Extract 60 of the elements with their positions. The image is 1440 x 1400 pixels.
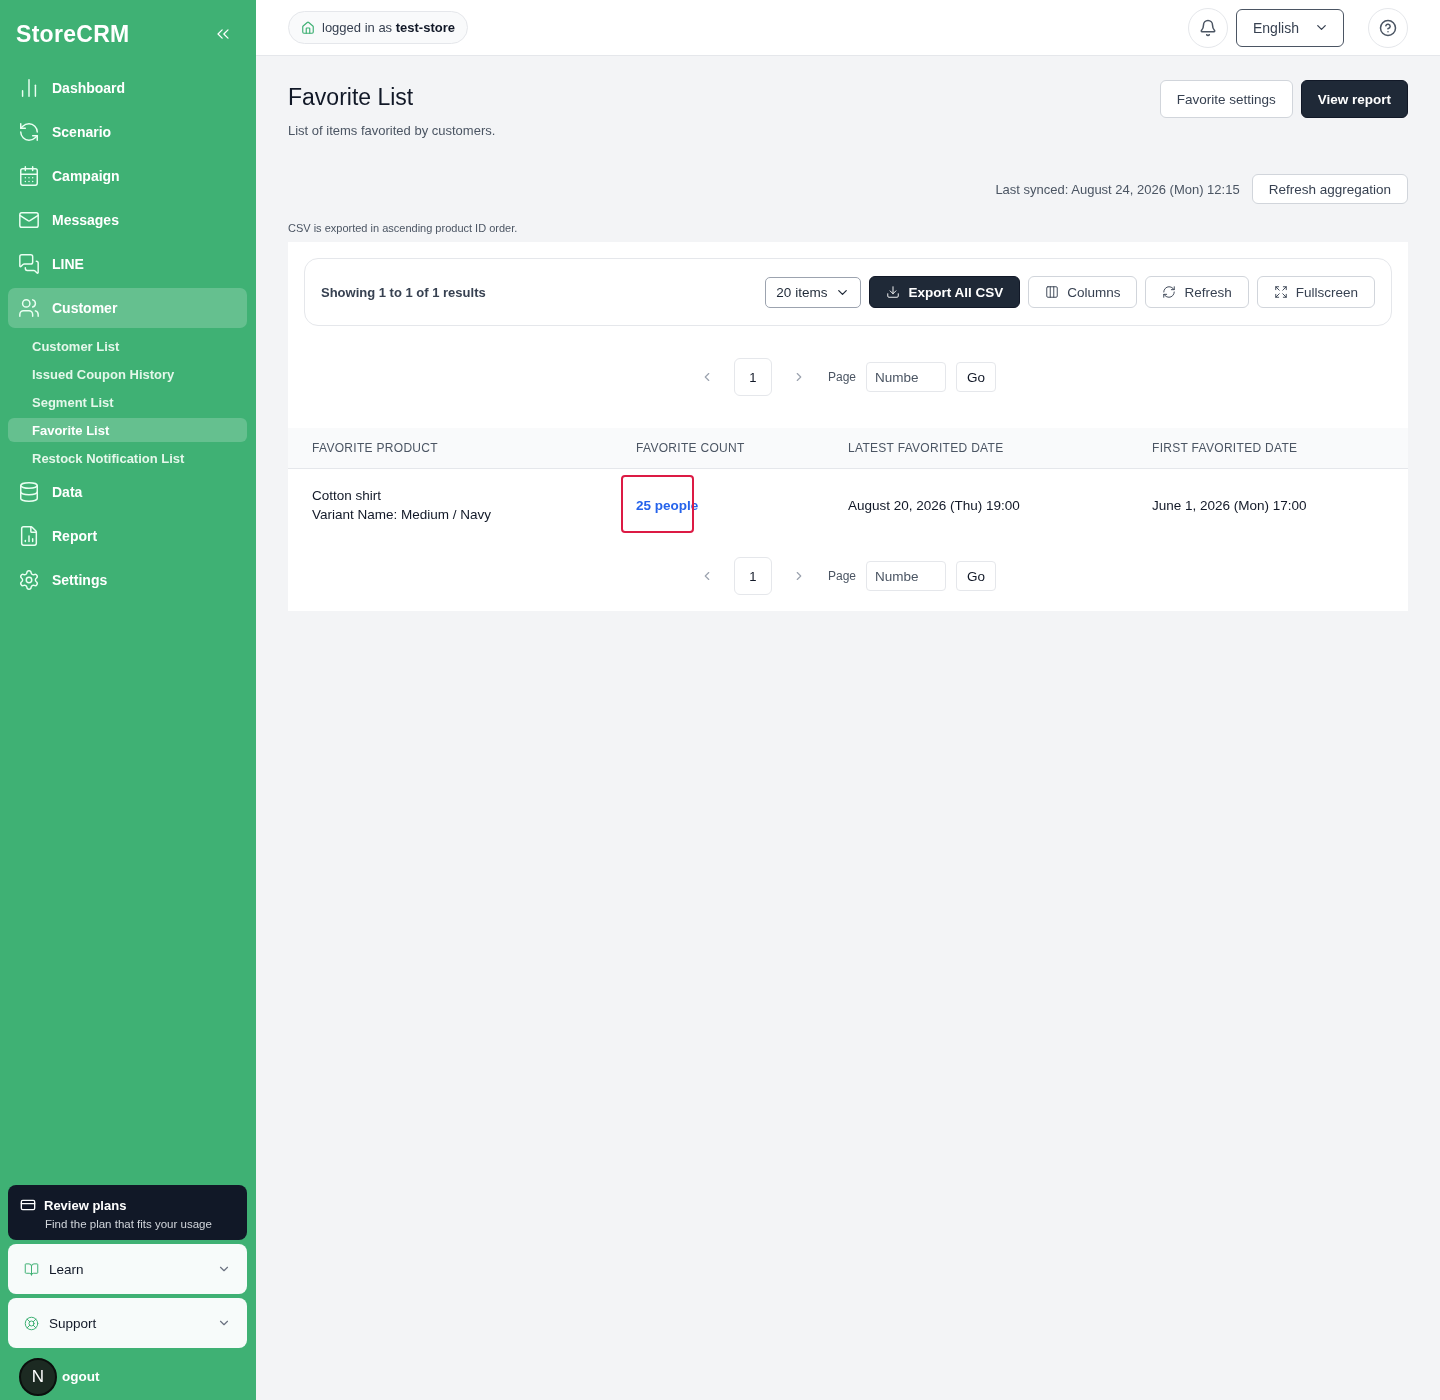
- toolbar-button[interactable]: Columns: [1028, 276, 1138, 308]
- help-icon: [1379, 18, 1397, 37]
- columns-icon: [1045, 285, 1060, 299]
- table-cell-text: June 1, 2026 (Mon) 17:00: [1152, 497, 1308, 513]
- toolbar-button[interactable]: Refresh: [1145, 276, 1249, 308]
- table-cell-text: August 20, 2026 (Thu) 19:00: [848, 497, 1021, 513]
- view-report-button[interactable]: View report: [1300, 80, 1408, 118]
- csv-note: CSV is exported in ascending product ID order.: [288, 222, 519, 234]
- results-text: Showing 1 to 1 of 1 results: [321, 284, 486, 300]
- avatar[interactable]: N: [19, 1358, 57, 1396]
- page-number-button[interactable]: 1: [734, 358, 772, 396]
- settings-icon: [18, 569, 40, 591]
- go-button[interactable]: Go: [956, 362, 996, 392]
- product-name: Cotton shirt: [312, 488, 383, 503]
- page-number-button[interactable]: 1: [734, 557, 772, 595]
- envelope-icon: [18, 209, 40, 231]
- settings-button[interactable]: Favorite settings: [1159, 80, 1293, 118]
- lifebuoy-icon: [24, 1315, 39, 1331]
- expand-icon: [1273, 285, 1288, 299]
- variant-name: Variant Name: Medium / Navy: [312, 507, 493, 522]
- page-number-input[interactable]: Numbe: [866, 561, 946, 591]
- panel-label: Learn: [49, 1261, 85, 1277]
- book-icon: [24, 1261, 39, 1277]
- refresh-icon: [1162, 285, 1177, 299]
- page-label: Page: [828, 370, 856, 384]
- calendar-icon: [18, 165, 40, 187]
- page-label: Page: [828, 569, 856, 583]
- notifications-button[interactable]: [1188, 7, 1228, 48]
- help-button[interactable]: [1368, 7, 1408, 48]
- refresh-aggregation-button[interactable]: Refresh aggregation: [1251, 174, 1408, 204]
- cycle-arrows-icon: [18, 121, 40, 143]
- database-icon: [18, 481, 40, 503]
- page-number-input[interactable]: Numbe: [866, 362, 946, 392]
- column-header: FAVORITE PRODUCT: [288, 428, 612, 469]
- page-subtitle: List of items favorited by customers.: [288, 123, 496, 138]
- bell-icon: [1199, 18, 1217, 37]
- toolbar-button[interactable]: Export All CSV: [869, 276, 1021, 308]
- login-text: logged in as test-store: [322, 20, 455, 35]
- page-title: Favorite List: [288, 84, 415, 111]
- review-plans-card[interactable]: Review plans Find the plan that fits your usage: [8, 1185, 247, 1240]
- go-button[interactable]: Go: [956, 561, 996, 591]
- brand-logo: StoreCRM: [16, 20, 130, 48]
- home-icon: [301, 20, 315, 35]
- column-header: FAVORITE COUNT: [612, 428, 824, 469]
- sidebar-panel[interactable]: Learn: [8, 1244, 247, 1294]
- people-icon: [18, 297, 40, 319]
- language-select[interactable]: English: [1236, 8, 1344, 47]
- column-header: LATEST FAVORITED DATE: [824, 428, 1128, 469]
- report-file-icon: [18, 525, 40, 547]
- panel-label: Support: [49, 1315, 98, 1331]
- download-icon: [886, 285, 901, 299]
- card-icon: [20, 1197, 36, 1213]
- last-synced-text: Last synced: August 24, 2026 (Mon) 12:15: [995, 181, 1240, 197]
- column-header: FIRST FAVORITED DATE: [1128, 428, 1408, 469]
- page-size-select[interactable]: 20 items: [765, 276, 862, 308]
- promo-title: Review plans: [44, 1197, 127, 1213]
- toolbar-button[interactable]: Fullscreen: [1256, 276, 1375, 308]
- chat-bubbles-icon: [18, 253, 40, 275]
- promo-text: Find the plan that fits your usage: [44, 1218, 213, 1230]
- sidebar-panel[interactable]: Support: [8, 1298, 247, 1348]
